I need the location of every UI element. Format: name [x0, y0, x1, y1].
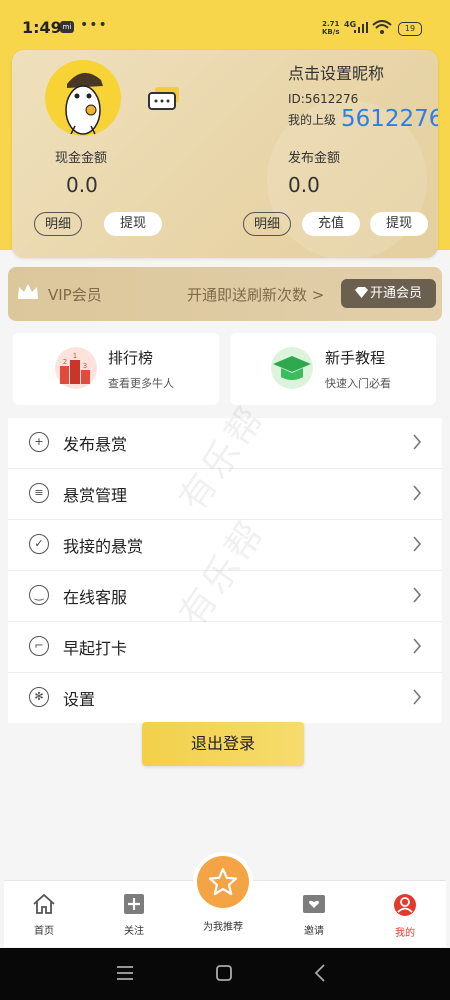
chevron-right-icon: [413, 434, 422, 450]
cash-label: 现金金额: [55, 151, 108, 166]
battery-icon: 19: [398, 22, 422, 36]
tab-mine-label: 我的: [395, 928, 415, 939]
ranking-podium-icon: 213: [55, 347, 97, 389]
chevron-right-icon: [413, 689, 422, 705]
logout-button[interactable]: 退出登录: [142, 722, 304, 766]
cash-amount: 0.0: [66, 173, 98, 197]
graduation-cap-icon: [271, 347, 313, 389]
menu-item-label: 设置: [63, 690, 96, 709]
chevron-right-icon: [413, 638, 422, 654]
smile-circle-icon: ‿: [29, 585, 49, 605]
nickname-prompt[interactable]: 点击设置昵称: [288, 60, 384, 84]
tab-home[interactable]: 首页: [14, 893, 74, 937]
tab-follow[interactable]: 关注: [104, 893, 164, 937]
recommend-label: 为我推荐: [203, 922, 243, 933]
vip-banner[interactable]: VIP会员 开通即送刷新次数 > 开通会员: [8, 267, 442, 321]
recommend-button[interactable]: [197, 856, 249, 908]
user-id: ID:5612276: [288, 92, 359, 106]
chevron-right-icon: [413, 485, 422, 501]
menu-item-label: 悬赏管理: [63, 486, 128, 505]
check-circle-icon: ✓: [29, 534, 49, 554]
wifi-icon: [372, 20, 392, 34]
tutorial-subtitle: 快速入门必看: [325, 377, 391, 390]
more-notifications-icon: •••: [80, 17, 108, 33]
svg-text:1: 1: [73, 352, 77, 360]
avatar[interactable]: [45, 60, 121, 136]
gear-icon: ✻: [29, 687, 49, 707]
recharge-button[interactable]: 充值: [302, 212, 360, 236]
publish-withdraw-button[interactable]: 提现: [370, 212, 428, 236]
publish-detail-button[interactable]: 明细: [243, 212, 291, 236]
tab-invite[interactable]: 邀请: [284, 893, 344, 937]
cash-withdraw-button[interactable]: 提现: [104, 212, 162, 236]
menu-item-label: 在线客服: [63, 588, 128, 607]
avatar-character-icon: [65, 72, 103, 135]
status-bar: 1:49 mi ••• 2.71 KB/s 4G 19: [0, 0, 450, 50]
ranking-subtitle: 查看更多牛人: [108, 377, 174, 390]
ranking-tile[interactable]: 213 排行榜 查看更多牛人: [13, 333, 219, 405]
svg-text:2: 2: [63, 358, 67, 366]
signal-bars-icon: [354, 22, 368, 33]
upline-value: 5612276: [341, 106, 438, 132]
cash-detail-button[interactable]: 明细: [34, 212, 82, 236]
back-icon[interactable]: [314, 964, 326, 982]
menu-item-label: 我接的悬赏: [63, 537, 144, 556]
vip-description: 开通即送刷新次数 >: [187, 286, 325, 304]
svg-text:3: 3: [83, 362, 87, 370]
ranking-title: 排行榜: [108, 349, 154, 367]
crown-icon: [18, 284, 38, 299]
tutorial-tile[interactable]: 新手教程 快速入门必看: [230, 333, 436, 405]
envelope-heart-icon: [303, 895, 325, 913]
open-vip-button[interactable]: 开通会员: [341, 279, 436, 308]
menu-item-label: 发布悬赏: [63, 435, 128, 454]
tab-mine[interactable]: 我的: [375, 893, 435, 939]
message-icon[interactable]: [147, 85, 183, 113]
network-speed: 2.71 KB/s: [322, 20, 340, 36]
tab-follow-label: 关注: [124, 926, 144, 937]
publish-label: 发布金额: [288, 151, 341, 166]
publish-amount: 0.0: [288, 173, 320, 197]
menu-item-early-checkin[interactable]: ⌐ 早起打卡: [8, 622, 442, 673]
home-icon: [33, 893, 55, 914]
plus-circle-icon: +: [29, 432, 49, 452]
menu-item-settings[interactable]: ✻ 设置: [8, 673, 442, 723]
tab-invite-label: 邀请: [304, 926, 324, 937]
list-circle-icon: ≡: [29, 483, 49, 503]
user-icon: [394, 894, 416, 916]
upline-label: 我的上级: [288, 113, 337, 127]
menu-item-label: 早起打卡: [63, 639, 128, 658]
open-vip-label: 开通会员: [369, 286, 422, 301]
vip-title: VIP会员: [48, 286, 102, 304]
chevron-right-icon: [413, 536, 422, 552]
diamond-icon: [354, 287, 368, 298]
plus-square-icon: [124, 894, 144, 914]
message-notification-icon: mi: [60, 21, 74, 33]
home-square-icon[interactable]: [215, 964, 233, 982]
tab-home-label: 首页: [34, 926, 54, 937]
profile-card: 点击设置昵称 ID:5612276 我的上级 5612276 现金金额 0.0 …: [12, 50, 438, 258]
system-navigation-bar: [0, 948, 450, 1000]
menu-icon[interactable]: [116, 966, 134, 980]
clock-circle-icon: ⌐: [29, 636, 49, 656]
chevron-right-icon: [413, 587, 422, 603]
status-time: 1:49: [22, 18, 62, 37]
star-icon: [208, 867, 238, 896]
tutorial-title: 新手教程: [325, 349, 386, 367]
